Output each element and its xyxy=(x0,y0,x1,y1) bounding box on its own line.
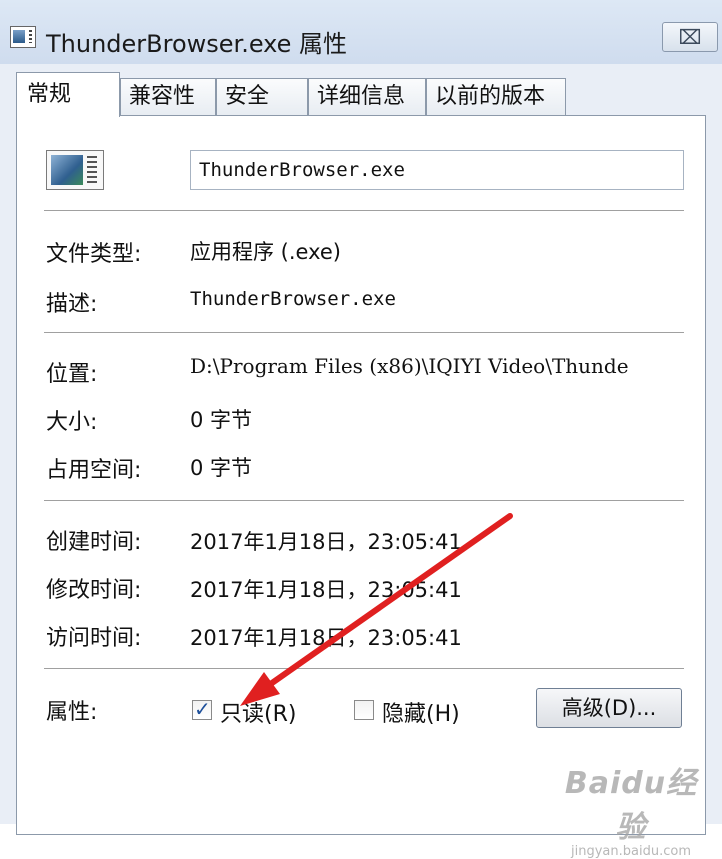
readonly-checkbox[interactable] xyxy=(192,697,212,721)
tab-general[interactable]: 常规 xyxy=(16,72,120,117)
modified-value: 2017年1月18日，23:05:41 xyxy=(190,578,462,602)
attributes-label: 属性: xyxy=(46,700,98,725)
disk-size-label: 占用空间: xyxy=(46,458,142,483)
hidden-label[interactable]: 隐藏(H) xyxy=(382,696,460,728)
watermark-url: jingyan.baidu.com xyxy=(571,844,691,859)
tab-security[interactable]: 安全 xyxy=(216,78,308,116)
advanced-button[interactable]: 高级(D)... xyxy=(536,688,682,728)
baidu-watermark: Baidu经验 jingyan.baidu.com xyxy=(556,758,706,859)
size-value: 0 字节 xyxy=(190,408,253,432)
file-type-label: 文件类型: xyxy=(46,242,142,267)
separator xyxy=(44,332,684,334)
accessed-label: 访问时间: xyxy=(46,626,142,651)
properties-window: ThunderBrowser.exe 属性 ⌧ 常规 兼容性 安全 详细信息 以… xyxy=(0,0,722,859)
close-icon: ⌧ xyxy=(678,25,702,49)
location-value-box: D:\Program Files (x86)\IQIYI Video\Thund… xyxy=(190,354,686,384)
modified-label: 修改时间: xyxy=(46,578,142,603)
watermark-brand: Baidu经验 xyxy=(564,766,698,845)
location-label: 位置: xyxy=(46,362,98,387)
created-value: 2017年1月18日，23:05:41 xyxy=(190,530,462,554)
accessed-value: 2017年1月18日，23:05:41 xyxy=(190,626,462,650)
tab-compatibility[interactable]: 兼容性 xyxy=(120,78,216,116)
exe-file-icon xyxy=(10,26,36,48)
readonly-label[interactable]: 只读(R) xyxy=(220,696,296,728)
close-button[interactable]: ⌧ xyxy=(662,22,718,52)
separator xyxy=(44,500,684,502)
tab-previous-versions[interactable]: 以前的版本 xyxy=(426,78,566,116)
disk-size-value: 0 字节 xyxy=(190,456,253,480)
exe-file-icon xyxy=(46,150,104,190)
description-value: ThunderBrowser.exe xyxy=(190,288,396,310)
hidden-checkbox[interactable] xyxy=(354,700,374,720)
tab-details[interactable]: 详细信息 xyxy=(308,78,426,116)
location-value: D:\Program Files (x86)\IQIYI Video\Thund… xyxy=(190,354,629,378)
file-type-value: 应用程序 (.exe) xyxy=(190,240,341,264)
file-name-field[interactable]: ThunderBrowser.exe xyxy=(190,150,684,190)
separator xyxy=(44,668,684,670)
title-bar[interactable]: ThunderBrowser.exe 属性 ⌧ xyxy=(0,0,722,64)
created-label: 创建时间: xyxy=(46,530,142,555)
description-label: 描述: xyxy=(46,292,98,317)
separator xyxy=(44,210,684,212)
size-label: 大小: xyxy=(46,410,98,435)
window-title: ThunderBrowser.exe 属性 xyxy=(46,30,348,58)
